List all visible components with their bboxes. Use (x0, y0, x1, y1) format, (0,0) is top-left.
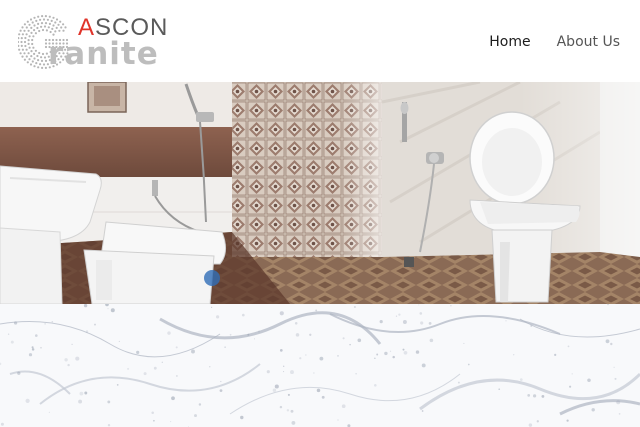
nav-item-home[interactable]: Home (489, 34, 530, 50)
site-logo[interactable]: ASCON ranite (18, 12, 190, 72)
marble-texture (0, 304, 640, 427)
nav-item-about-us[interactable]: About Us (557, 34, 620, 50)
logo-brand-subtitle: ranite (48, 36, 159, 72)
site-header: ASCON ranite Home About Us (0, 0, 640, 82)
bathroom-scene (0, 82, 640, 304)
marble-texture-section (0, 304, 640, 427)
hero-bathroom-image (0, 82, 640, 304)
main-nav: Home About Us (489, 34, 620, 50)
